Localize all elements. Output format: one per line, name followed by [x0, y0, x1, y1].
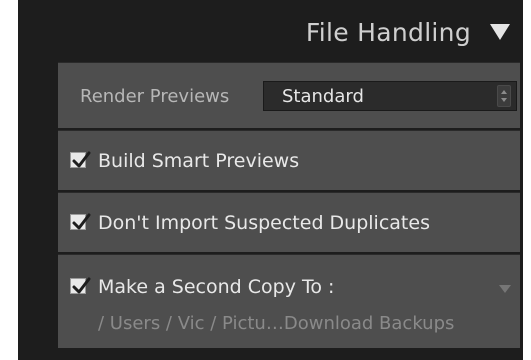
second-copy-path[interactable]: / Users / Vic / Pictu…Download Backups: [98, 313, 454, 334]
file-handling-panel: File Handling Render Previews Standard B…: [18, 0, 523, 360]
up-down-arrows-icon: [497, 85, 511, 107]
checkmark-icon: [72, 277, 91, 294]
render-previews-value: Standard: [282, 86, 364, 107]
second-copy-label: Make a Second Copy To :: [98, 276, 335, 298]
build-smart-previews-checkbox[interactable]: [70, 151, 91, 168]
dont-import-duplicates-option[interactable]: Don't Import Suspected Duplicates: [58, 205, 520, 245]
build-smart-previews-label: Build Smart Previews: [98, 150, 300, 172]
second-copy-section: Make a Second Copy To : / Users / Vic / …: [58, 254, 520, 348]
second-copy-checkbox[interactable]: [70, 277, 91, 294]
smart-previews-section: Build Smart Previews: [58, 130, 520, 190]
render-previews-label: Render Previews: [80, 86, 230, 107]
dont-import-duplicates-checkbox[interactable]: [70, 213, 91, 230]
triangle-down-icon[interactable]: [487, 16, 513, 46]
duplicates-section: Don't Import Suspected Duplicates: [58, 192, 520, 252]
checkmark-icon: [72, 213, 91, 230]
panel-title: File Handling: [305, 18, 471, 47]
build-smart-previews-option[interactable]: Build Smart Previews: [58, 143, 520, 183]
triangle-down-icon[interactable]: [498, 279, 512, 293]
render-previews-section: Render Previews Standard: [58, 62, 520, 128]
checkmark-icon: [72, 151, 91, 168]
dont-import-duplicates-label: Don't Import Suspected Duplicates: [98, 212, 430, 234]
render-previews-select[interactable]: Standard: [263, 81, 517, 111]
panel-header[interactable]: File Handling: [18, 12, 523, 58]
second-copy-option[interactable]: Make a Second Copy To :: [58, 269, 520, 309]
